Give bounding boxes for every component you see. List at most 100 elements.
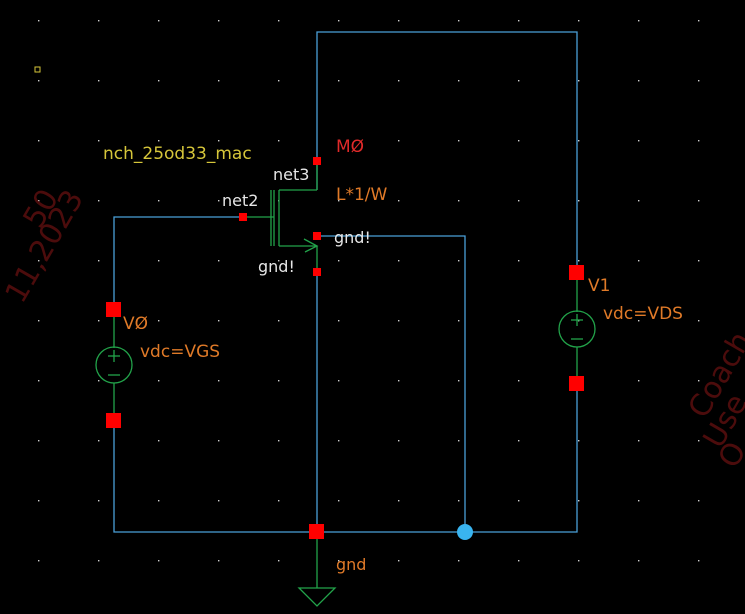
pin-v0-plus[interactable] <box>106 302 121 317</box>
grid-dot <box>698 200 700 202</box>
grid-dot <box>338 500 340 502</box>
grid-dot <box>578 200 580 202</box>
grid-dot <box>518 80 520 82</box>
grid-dot <box>278 500 280 502</box>
grid-dot <box>38 20 40 22</box>
grid-dot <box>518 200 520 202</box>
grid-dot <box>38 500 40 502</box>
grid-dot <box>578 140 580 142</box>
grid-dot <box>698 20 700 22</box>
ground-symbol-icon[interactable] <box>297 532 337 607</box>
v0-param-label: vdc=VGS <box>140 342 220 362</box>
grid-dot <box>698 260 700 262</box>
wires <box>113 31 578 533</box>
grid-dot <box>698 80 700 82</box>
transistor-size-label: L*1/W <box>336 185 388 205</box>
pin-source[interactable] <box>313 268 321 276</box>
grid-dot <box>638 380 640 382</box>
grid-dot <box>638 20 640 22</box>
grid-dot <box>158 260 160 262</box>
grid-dot <box>638 140 640 142</box>
grid-dot <box>638 500 640 502</box>
grid-dot <box>398 440 400 442</box>
grid-dot <box>218 20 220 22</box>
grid-dot <box>638 560 640 562</box>
grid-dot <box>398 380 400 382</box>
pin-ground[interactable] <box>309 524 324 539</box>
grid-dot <box>458 140 460 142</box>
grid-dot <box>398 560 400 562</box>
grid-dot <box>218 440 220 442</box>
grid-dot <box>158 500 160 502</box>
grid-dot <box>278 560 280 562</box>
grid-dot <box>518 440 520 442</box>
grid-dot <box>38 140 40 142</box>
grid-dot <box>98 260 100 262</box>
grid-dot <box>218 380 220 382</box>
wire-gate-to-v0[interactable] <box>113 216 243 310</box>
pin-gate[interactable] <box>239 213 247 221</box>
grid-dot <box>218 260 220 262</box>
schematic-canvas[interactable]: 50 11,2023 Coach Use O nch_25od33_mac MØ… <box>0 0 745 614</box>
grid-dot <box>518 560 520 562</box>
grid-dot <box>398 320 400 322</box>
grid-dot <box>638 440 640 442</box>
grid-dot <box>98 140 100 142</box>
grid-dot <box>638 200 640 202</box>
grid-dot <box>518 20 520 22</box>
grid-dot <box>98 560 100 562</box>
ground-label: gnd <box>336 555 366 574</box>
grid-dot <box>278 20 280 22</box>
grid-dot <box>38 440 40 442</box>
transistor-instance-label: MØ <box>336 137 364 157</box>
grid-dot <box>578 80 580 82</box>
pin-v1-minus[interactable] <box>569 376 584 391</box>
grid-dot <box>38 80 40 82</box>
grid-dot <box>158 560 160 562</box>
grid-dot <box>398 500 400 502</box>
grid-dot <box>158 200 160 202</box>
grid-dot <box>398 260 400 262</box>
pin-v0-minus[interactable] <box>106 413 121 428</box>
drain-net-label: net3 <box>273 165 309 184</box>
wire-v0-to-gnd[interactable] <box>113 420 317 533</box>
grid-dot <box>98 320 100 322</box>
grid-dot <box>338 20 340 22</box>
grid-dot <box>458 20 460 22</box>
pin-v1-plus[interactable] <box>569 265 584 280</box>
grid-dot <box>698 440 700 442</box>
grid-dot <box>338 380 340 382</box>
grid-dot <box>218 200 220 202</box>
grid-dot <box>158 140 160 142</box>
grid-dot <box>458 440 460 442</box>
grid-dot <box>398 80 400 82</box>
wire-v1-to-gnd[interactable] <box>465 383 578 533</box>
pin-drain[interactable] <box>313 157 321 165</box>
grid-dot <box>98 80 100 82</box>
grid-dot <box>278 140 280 142</box>
grid-dot <box>158 20 160 22</box>
source-net-label: gnd! <box>258 257 295 276</box>
grid-dot <box>578 500 580 502</box>
pin-bulk[interactable] <box>313 232 321 240</box>
grid-dot <box>218 80 220 82</box>
grid-dot <box>698 320 700 322</box>
grid-dot <box>98 440 100 442</box>
grid-dot <box>398 20 400 22</box>
grid-dot <box>98 20 100 22</box>
wire-bulk-to-gnd[interactable] <box>317 235 466 532</box>
grid-dot <box>458 320 460 322</box>
grid-dot <box>458 200 460 202</box>
grid-dot <box>458 80 460 82</box>
grid-dot <box>458 560 460 562</box>
wire-junction[interactable] <box>457 524 473 540</box>
grid-dot <box>278 320 280 322</box>
grid-dot <box>158 80 160 82</box>
grid-dot <box>578 560 580 562</box>
grid-dot <box>278 380 280 382</box>
grid-dot <box>638 260 640 262</box>
grid-dot <box>398 200 400 202</box>
grid-dot <box>218 320 220 322</box>
grid-dot <box>98 200 100 202</box>
grid-dot <box>278 440 280 442</box>
